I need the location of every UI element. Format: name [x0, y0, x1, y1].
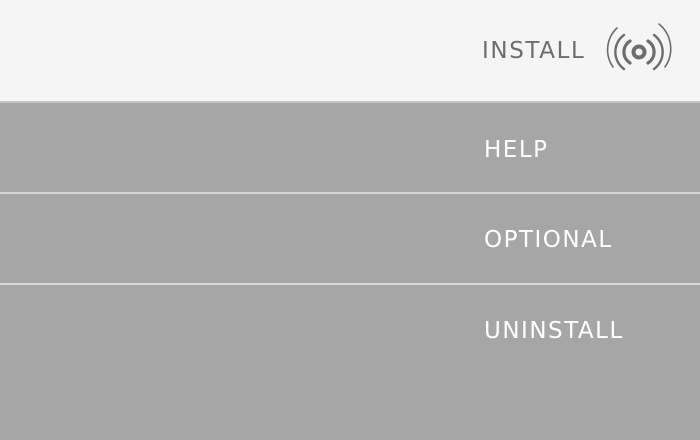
menu-item-uninstall[interactable]: UNINSTALL — [0, 285, 700, 440]
menu-item-install[interactable]: INSTALL — [0, 0, 700, 102]
menu-item-help[interactable]: HELP — [0, 103, 700, 192]
menu-item-optional[interactable]: OPTIONAL — [0, 194, 700, 283]
menu-item-install-label: INSTALL — [482, 38, 586, 64]
menu-item-uninstall-label: UNINSTALL — [484, 318, 624, 344]
menu-item-help-label: HELP — [484, 137, 549, 163]
menu-item-optional-label: OPTIONAL — [484, 227, 613, 253]
installer-menu: INSTALL HELP OPTIONAL UNINSTALL — [0, 0, 700, 440]
signal-waves-icon — [606, 23, 672, 71]
